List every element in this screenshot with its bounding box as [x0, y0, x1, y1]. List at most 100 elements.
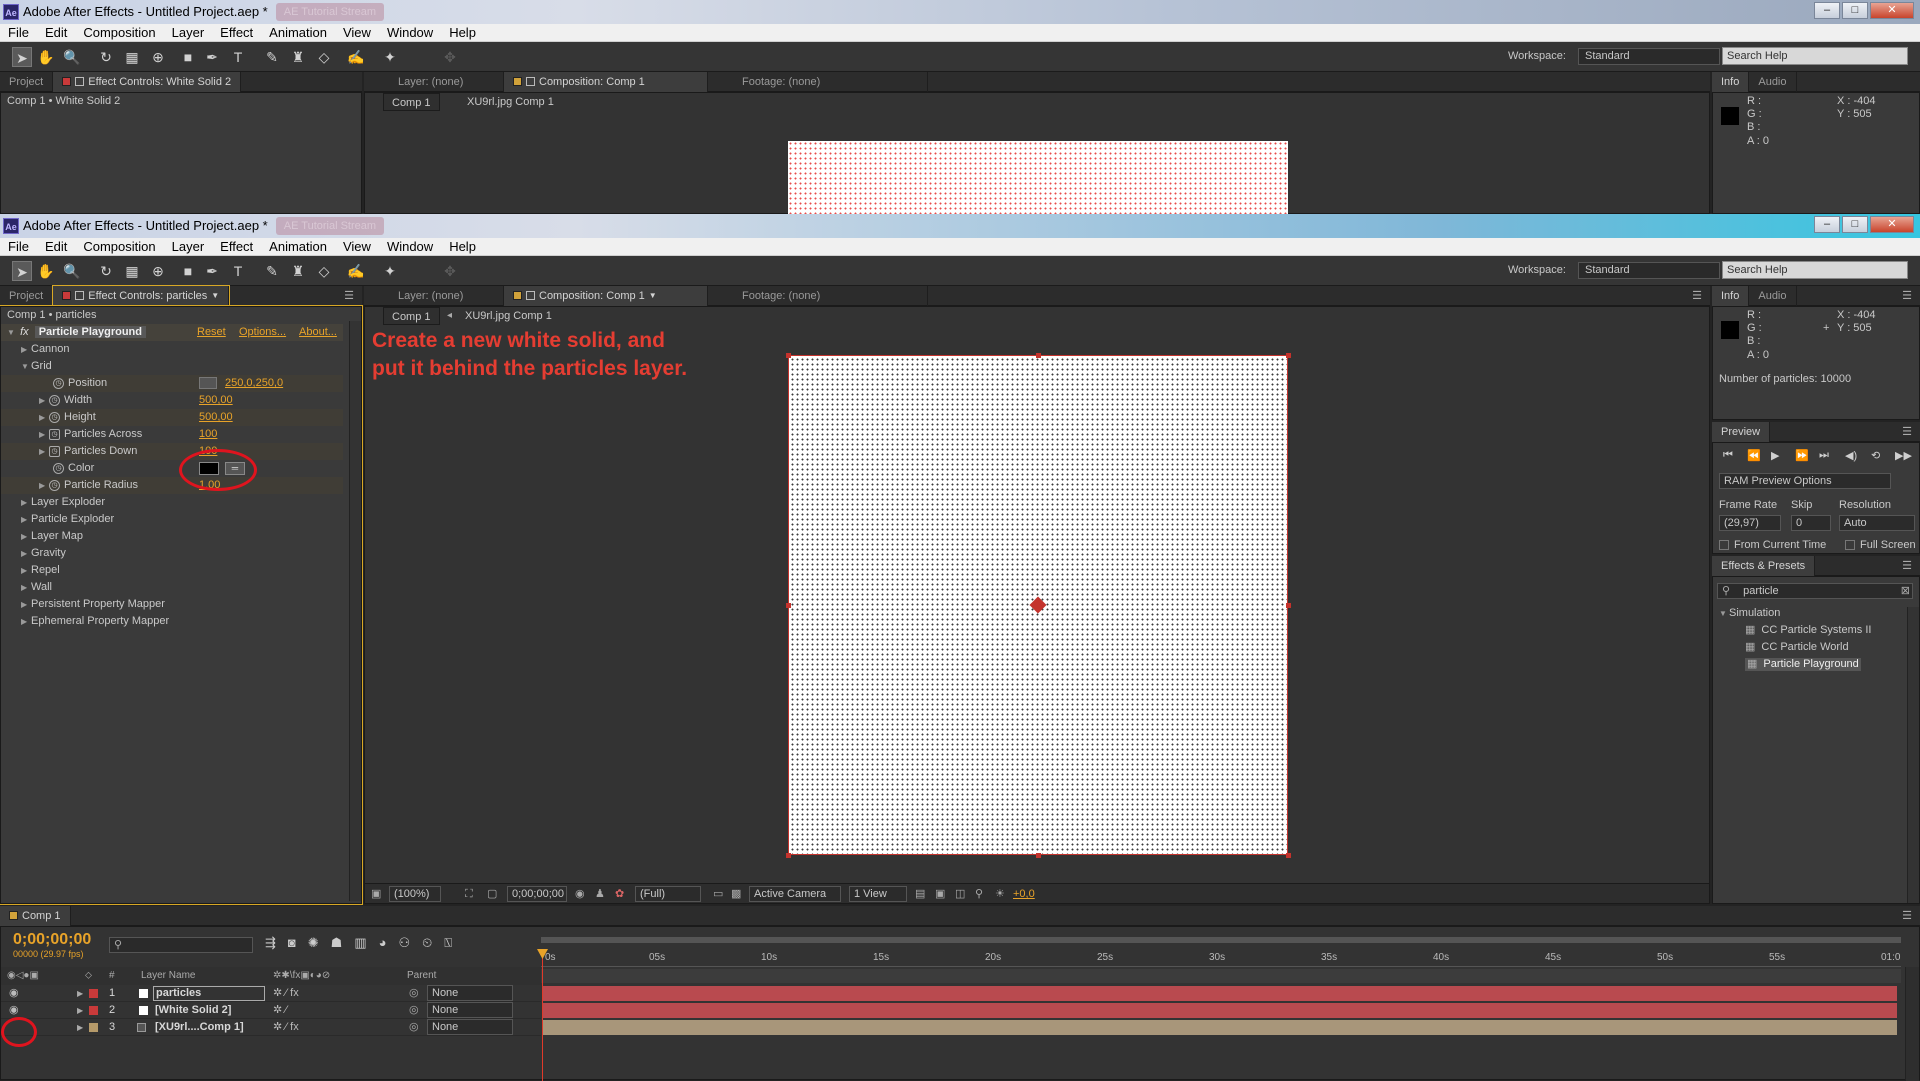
close-button[interactable]: ✕	[1870, 2, 1914, 19]
stopwatch-icon[interactable]: ◷	[53, 462, 64, 474]
resolution-select[interactable]: Auto	[1839, 515, 1915, 531]
zoom-tool-icon[interactable]: 🔍	[62, 261, 82, 281]
tab-composition[interactable]: Composition: Comp 1 ▼	[504, 285, 708, 306]
pen-tool-icon[interactable]: ✒	[202, 261, 222, 281]
camera-select[interactable]: Active Camera	[749, 886, 841, 902]
exposure-value[interactable]: +0,0	[1013, 884, 1035, 904]
minimize-button[interactable]: –	[1814, 2, 1840, 19]
clone-tool-icon[interactable]: ♜	[288, 47, 308, 67]
layer-name[interactable]: [XU9rl....Comp 1]	[155, 1019, 244, 1036]
minimize-button[interactable]: –	[1814, 216, 1840, 233]
tab-audio[interactable]: Audio	[1749, 285, 1797, 306]
menu-file[interactable]: File	[0, 239, 37, 254]
menu-animation[interactable]: Animation	[261, 25, 335, 40]
audio-icon[interactable]: ◀)	[1845, 449, 1857, 462]
visibility-eye-icon[interactable]: ◉	[9, 985, 19, 1002]
menu-window[interactable]: Window	[379, 25, 441, 40]
puppet-tool-icon[interactable]: ✦	[380, 261, 400, 281]
menu-view[interactable]: View	[335, 25, 379, 40]
last-frame-icon[interactable]: ⏭	[1819, 449, 1829, 462]
pan-behind-tool-icon[interactable]: ⊕	[148, 261, 168, 281]
tab-info[interactable]: Info	[1712, 71, 1750, 92]
group-layer-map[interactable]: ▶ Layer Map	[1, 528, 343, 545]
menu-help[interactable]: Help	[441, 239, 484, 254]
layer-handle[interactable]	[1036, 353, 1041, 358]
brush-tool-icon[interactable]: ✎	[262, 261, 282, 281]
group-cannon[interactable]: ▶ Cannon	[1, 341, 343, 358]
expand-triangle-icon[interactable]: ▼	[7, 324, 17, 341]
layer-switches[interactable]: ✲ ⁄	[273, 1002, 287, 1019]
layer-row-2[interactable]: ◉ ▶ 2 [White Solid 2] ✲ ⁄ ◎ None	[1, 1002, 541, 1019]
prop-particles-across[interactable]: ▶ ◷ Particles Across 100	[1, 426, 343, 443]
options-link[interactable]: Options...	[239, 324, 286, 341]
layer-handle[interactable]	[1286, 853, 1291, 858]
layer-bar-3[interactable]	[543, 1020, 1897, 1035]
layer-bar-1[interactable]	[543, 986, 1897, 1001]
tab-effect-controls-white-solid[interactable]: Effect Controls: White Solid 2	[53, 71, 242, 92]
group-wall[interactable]: ▶ Wall	[1, 579, 343, 596]
resolution-select[interactable]: (Full)	[635, 886, 701, 902]
skip-select[interactable]: 0	[1791, 515, 1831, 531]
prop-position[interactable]: ◷ Position 250,0,250,0	[1, 375, 343, 392]
group-persistent-property-mapper[interactable]: ▶ Persistent Property Mapper	[1, 596, 343, 613]
layer-handle[interactable]	[1286, 353, 1291, 358]
current-time-display[interactable]: 0;00;00;00	[507, 886, 567, 902]
live-update-icon[interactable]: ◙	[288, 935, 296, 951]
group-gravity[interactable]: ▶ Gravity	[1, 545, 343, 562]
hand-tool-icon[interactable]: ✋	[36, 47, 56, 67]
tab-footage[interactable]: Footage: (none)	[708, 285, 928, 306]
tab-composition[interactable]: Composition: Comp 1	[504, 71, 708, 92]
group-particle-exploder[interactable]: ▶ Particle Exploder	[1, 511, 343, 528]
maximize-button[interactable]: □	[1842, 2, 1868, 19]
ram-preview-icon[interactable]: ▶▶	[1895, 449, 1912, 462]
pickwhip-icon[interactable]: ◎	[409, 1019, 419, 1036]
roto-tool-icon[interactable]: ✍	[346, 261, 366, 281]
frame-rate-select[interactable]: (29,97)	[1719, 515, 1781, 531]
brainstorm-icon[interactable]: ⚇	[398, 935, 410, 951]
selection-tool-icon[interactable]: ➤	[12, 261, 32, 281]
safe-zones-icon[interactable]: ▢	[487, 884, 497, 904]
zoom-select[interactable]: (100%)	[389, 886, 441, 902]
group-grid[interactable]: ▼ Grid	[1, 358, 343, 375]
group-ephemeral-property-mapper[interactable]: ▶ Ephemeral Property Mapper	[1, 613, 343, 630]
first-frame-icon[interactable]: ⏮	[1723, 449, 1733, 462]
stopwatch-icon[interactable]: ◷	[49, 479, 60, 491]
full-screen[interactable]: Full Screen	[1845, 539, 1916, 552]
tab-effect-controls-particles[interactable]: Effect Controls: particles ▼	[52, 284, 231, 307]
expand-triangle-icon[interactable]: ▶	[77, 985, 83, 1002]
layer-switches[interactable]: ✲ ⁄ fx	[273, 985, 299, 1002]
selection-tool-icon[interactable]: ➤	[12, 47, 32, 67]
workspace-select[interactable]: Standard	[1578, 262, 1720, 279]
loop-icon[interactable]: ⟲	[1871, 449, 1880, 462]
auto-keyframe-icon[interactable]: ⏲	[422, 935, 432, 951]
prop-particles-down[interactable]: ▶ ◷ Particles Down 100	[1, 443, 343, 460]
snapshot-icon[interactable]: ◉	[575, 884, 585, 904]
text-tool-icon[interactable]: T	[228, 47, 248, 67]
height-value[interactable]: 500,00	[199, 409, 233, 426]
graph-editor-icon[interactable]: ⍂	[444, 935, 452, 951]
clear-search-icon[interactable]: ⊠	[1901, 584, 1910, 598]
layer-row-3[interactable]: ▶ 3 [XU9rl....Comp 1] ✲ ⁄ fx ◎ None	[1, 1019, 541, 1036]
effect-particle-playground[interactable]: ▦ Particle Playground	[1745, 658, 1861, 671]
expand-triangle-icon[interactable]: ▶	[77, 1002, 83, 1019]
effect-cc-particle-world[interactable]: ▦ CC Particle World	[1745, 641, 1849, 654]
tab-info[interactable]: Info	[1712, 285, 1750, 306]
preview-menu-icon[interactable]: ☰	[1902, 425, 1912, 438]
hide-shy-icon[interactable]: ☗	[331, 935, 343, 951]
layer-handle[interactable]	[1286, 603, 1291, 608]
timeline-search-input[interactable]: ⚲	[109, 937, 253, 953]
expand-triangle-icon[interactable]: ▶	[77, 1019, 83, 1036]
position-value[interactable]: 250,0,250,0	[225, 375, 283, 392]
camera-tool-icon[interactable]: ▦	[122, 47, 142, 67]
menu-window[interactable]: Window	[379, 239, 441, 254]
menu-file[interactable]: File	[0, 25, 37, 40]
effect-header-row[interactable]: ▼ fx Particle Playground Reset Options..…	[1, 324, 343, 341]
close-button[interactable]: ✕	[1870, 216, 1914, 233]
effects-search-value[interactable]: particle	[1743, 585, 1778, 597]
menu-edit[interactable]: Edit	[37, 239, 75, 254]
exposure-icon[interactable]: ☀	[995, 884, 1005, 904]
about-link[interactable]: About...	[299, 324, 337, 341]
prop-color[interactable]: ◷ Color ═	[1, 460, 343, 477]
stopwatch-keyed-icon[interactable]: ◷	[49, 445, 60, 457]
work-area-bar[interactable]	[541, 937, 1901, 943]
